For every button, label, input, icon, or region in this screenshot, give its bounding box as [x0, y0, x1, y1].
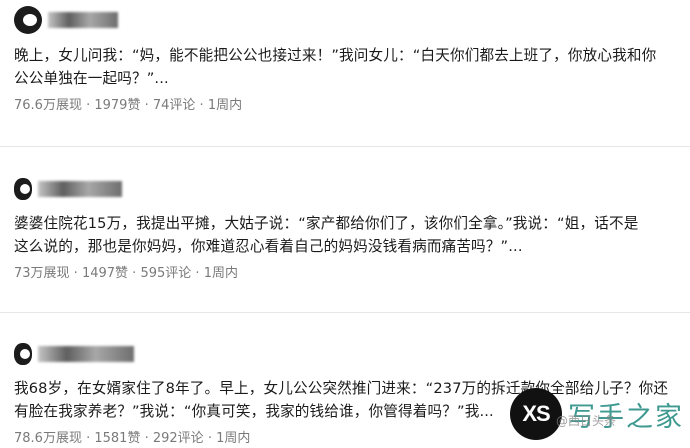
- meta-separator: ·: [195, 98, 208, 113]
- likes-count: 1979赞: [94, 98, 141, 113]
- post-time: 1周内: [207, 98, 243, 113]
- divider: [0, 146, 690, 147]
- meta-separator: ·: [191, 266, 204, 281]
- meta-separator: ·: [128, 266, 141, 281]
- post-content-line: 晚上，女儿问我：“妈，能不能把公公也接过来！”我问女儿：“白天你们都去上班了，你…: [14, 47, 657, 64]
- comments-count: 74评论: [152, 98, 196, 113]
- post-content[interactable]: 晚上，女儿问我：“妈，能不能把公公也接过来！”我问女儿：“白天你们都去上班了，你…: [14, 44, 676, 90]
- post-meta: 78.6万展现 · 1581赞 · 292评论 · 1周内: [14, 427, 250, 446]
- watermark-sub: @西日头条: [555, 414, 616, 428]
- avatar[interactable]: [14, 178, 32, 200]
- watermark-logo: XS: [510, 388, 562, 440]
- comments-count: 595评论: [140, 266, 192, 281]
- author-name-redacted: [38, 346, 134, 362]
- likes-count: 1497赞: [81, 266, 129, 281]
- post-content-line: 这么说的，那也是你妈妈，你难道忍心看着自己的妈妈没钱看病而痛苦吗？”...: [14, 238, 523, 255]
- author-row[interactable]: [14, 178, 122, 200]
- post-content-line: 公公单独在一起吗？”...: [14, 70, 169, 87]
- post-content-line: 婆婆住院花15万，我提出平摊，大姑子说：“家产都给你们了，该你们全拿。”我说：“…: [14, 215, 639, 232]
- author-name-redacted: [38, 181, 122, 197]
- post-content[interactable]: 婆婆住院花15万，我提出平摊，大姑子说：“家产都给你们了，该你们全拿。”我说：“…: [14, 212, 676, 258]
- meta-separator: ·: [81, 431, 95, 446]
- comments-count: 292评论: [152, 431, 204, 446]
- author-name-redacted: [48, 12, 118, 28]
- post-card[interactable]: 晚上，女儿问我：“妈，能不能把公公也接过来！”我问女儿：“白天你们都去上班了，你…: [0, 0, 690, 128]
- post-meta: 76.6万展现 · 1979赞 · 74评论 · 1周内: [14, 94, 242, 113]
- post-time: 1周内: [216, 431, 251, 446]
- post-card[interactable]: 婆婆住院花15万，我提出平摊，大姑子说：“家产都给你们了，该你们全拿。”我说：“…: [0, 170, 690, 282]
- likes-count: 1581赞: [94, 431, 141, 446]
- views-count: 73万展现: [14, 266, 70, 281]
- meta-separator: ·: [81, 98, 95, 113]
- views-count: 76.6万展现: [14, 98, 82, 113]
- views-count: 78.6万展现: [14, 431, 82, 446]
- avatar[interactable]: [14, 6, 42, 34]
- post-time: 1周内: [203, 266, 238, 281]
- meta-separator: ·: [140, 431, 153, 446]
- meta-separator: ·: [203, 431, 217, 446]
- meta-separator: ·: [69, 266, 82, 281]
- post-meta: 73万展现 · 1497赞 · 595评论 · 1周内: [14, 262, 238, 281]
- watermark: XS 写手之家 @西日头条: [510, 388, 684, 440]
- divider: [0, 312, 690, 313]
- author-row[interactable]: [14, 6, 118, 34]
- meta-separator: ·: [140, 98, 153, 113]
- author-row[interactable]: [14, 343, 134, 365]
- avatar[interactable]: [14, 343, 32, 365]
